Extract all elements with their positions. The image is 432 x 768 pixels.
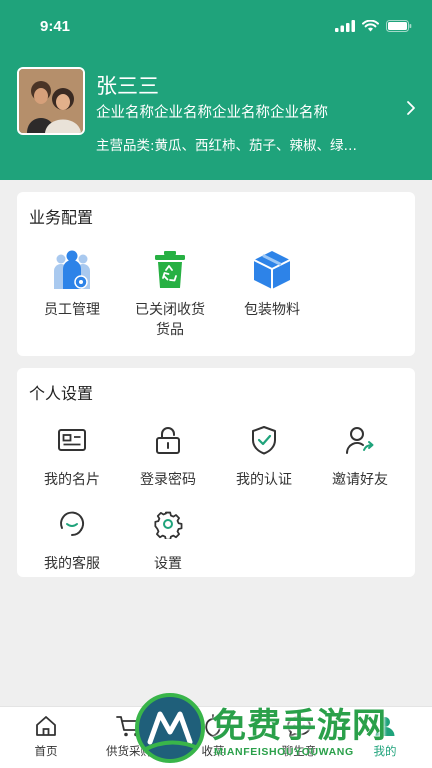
status-bar: 9:41 <box>0 0 432 54</box>
profile-header: 9:41 张三三 企业名称企业名称企业名称企业名称 主营品类:黄瓜、西红柿、茄子… <box>0 0 432 180</box>
bottom-tab-bar: 首页 供货采购 收菜 聊生意 我的 <box>0 706 432 768</box>
closed-goods-item[interactable]: 已关闭收货货品 <box>122 248 218 340</box>
tab-mine-label: 我的 <box>373 744 397 758</box>
gear-icon <box>154 511 183 539</box>
recycle-bin-icon <box>155 251 185 288</box>
business-config-card: 业务配置 员工管理 已关闭收货货品 包装物料 <box>17 192 415 356</box>
closed-goods-label: 已关闭收货货品 <box>135 302 205 338</box>
main-products: 主营品类:黄瓜、西红柿、茄子、辣椒、绿… <box>96 138 358 154</box>
headset-icon <box>60 511 84 536</box>
business-card-icon <box>58 429 86 451</box>
staff-icon <box>54 250 90 289</box>
user-icon <box>375 717 395 736</box>
status-time: 9:41 <box>40 18 71 35</box>
tab-home-label: 首页 <box>34 744 58 758</box>
lock-icon <box>156 427 180 454</box>
user-name: 张三三 <box>96 74 159 98</box>
staff-management-item[interactable]: 员工管理 <box>24 248 120 320</box>
business-config-title: 业务配置 <box>29 208 94 227</box>
avatar-photo <box>19 69 83 133</box>
settings-item[interactable]: 设置 <box>120 502 216 574</box>
signal-icon <box>335 20 355 32</box>
home-icon <box>36 716 56 736</box>
personal-settings-title: 个人设置 <box>29 384 94 403</box>
shield-check-icon <box>252 426 276 455</box>
tab-chat-business[interactable]: 聊生意 <box>256 713 342 759</box>
my-card-item[interactable]: 我的名片 <box>24 418 120 490</box>
staff-management-label: 员工管理 <box>44 302 100 318</box>
my-certification-label: 我的认证 <box>236 472 292 488</box>
wifi-icon <box>362 20 379 32</box>
packaging-material-label: 包装物料 <box>244 302 300 318</box>
tab-collect-vegetables-label: 收菜 <box>201 744 225 758</box>
login-password-label: 登录密码 <box>140 472 196 488</box>
packaging-material-item[interactable]: 包装物料 <box>224 248 320 320</box>
company-name: 企业名称企业名称企业名称企业名称 <box>96 105 328 121</box>
my-card-label: 我的名片 <box>44 472 100 488</box>
invite-friends-item[interactable]: 邀请好友 <box>312 418 408 490</box>
customer-service-item[interactable]: 我的客服 <box>24 502 120 574</box>
tab-supply-purchase-label: 供货采购 <box>106 744 152 758</box>
avatar[interactable] <box>17 67 85 135</box>
tab-supply-purchase[interactable]: 供货采购 <box>86 713 172 759</box>
login-password-item[interactable]: 登录密码 <box>120 418 216 490</box>
settings-label: 设置 <box>154 556 182 572</box>
invite-user-icon <box>346 427 374 454</box>
my-certification-item[interactable]: 我的认证 <box>216 418 312 490</box>
status-icons <box>335 20 412 32</box>
cart-icon <box>116 716 142 737</box>
tab-chat-business-label: 聊生意 <box>281 744 317 758</box>
battery-icon <box>386 20 412 32</box>
chevron-right-icon[interactable] <box>406 100 416 116</box>
customer-service-label: 我的客服 <box>44 556 100 572</box>
tab-collect-vegetables[interactable]: 收菜 <box>170 713 256 759</box>
invite-friends-label: 邀请好友 <box>332 472 388 488</box>
package-box-icon <box>253 251 291 289</box>
vegetable-icon <box>205 714 221 737</box>
chat-icon <box>287 716 311 737</box>
tab-home[interactable]: 首页 <box>3 713 89 759</box>
tab-mine[interactable]: 我的 <box>342 713 428 759</box>
personal-settings-card: 个人设置 我的名片 登录密码 我的认证 邀请好友 我的客服 设置 <box>17 368 415 577</box>
